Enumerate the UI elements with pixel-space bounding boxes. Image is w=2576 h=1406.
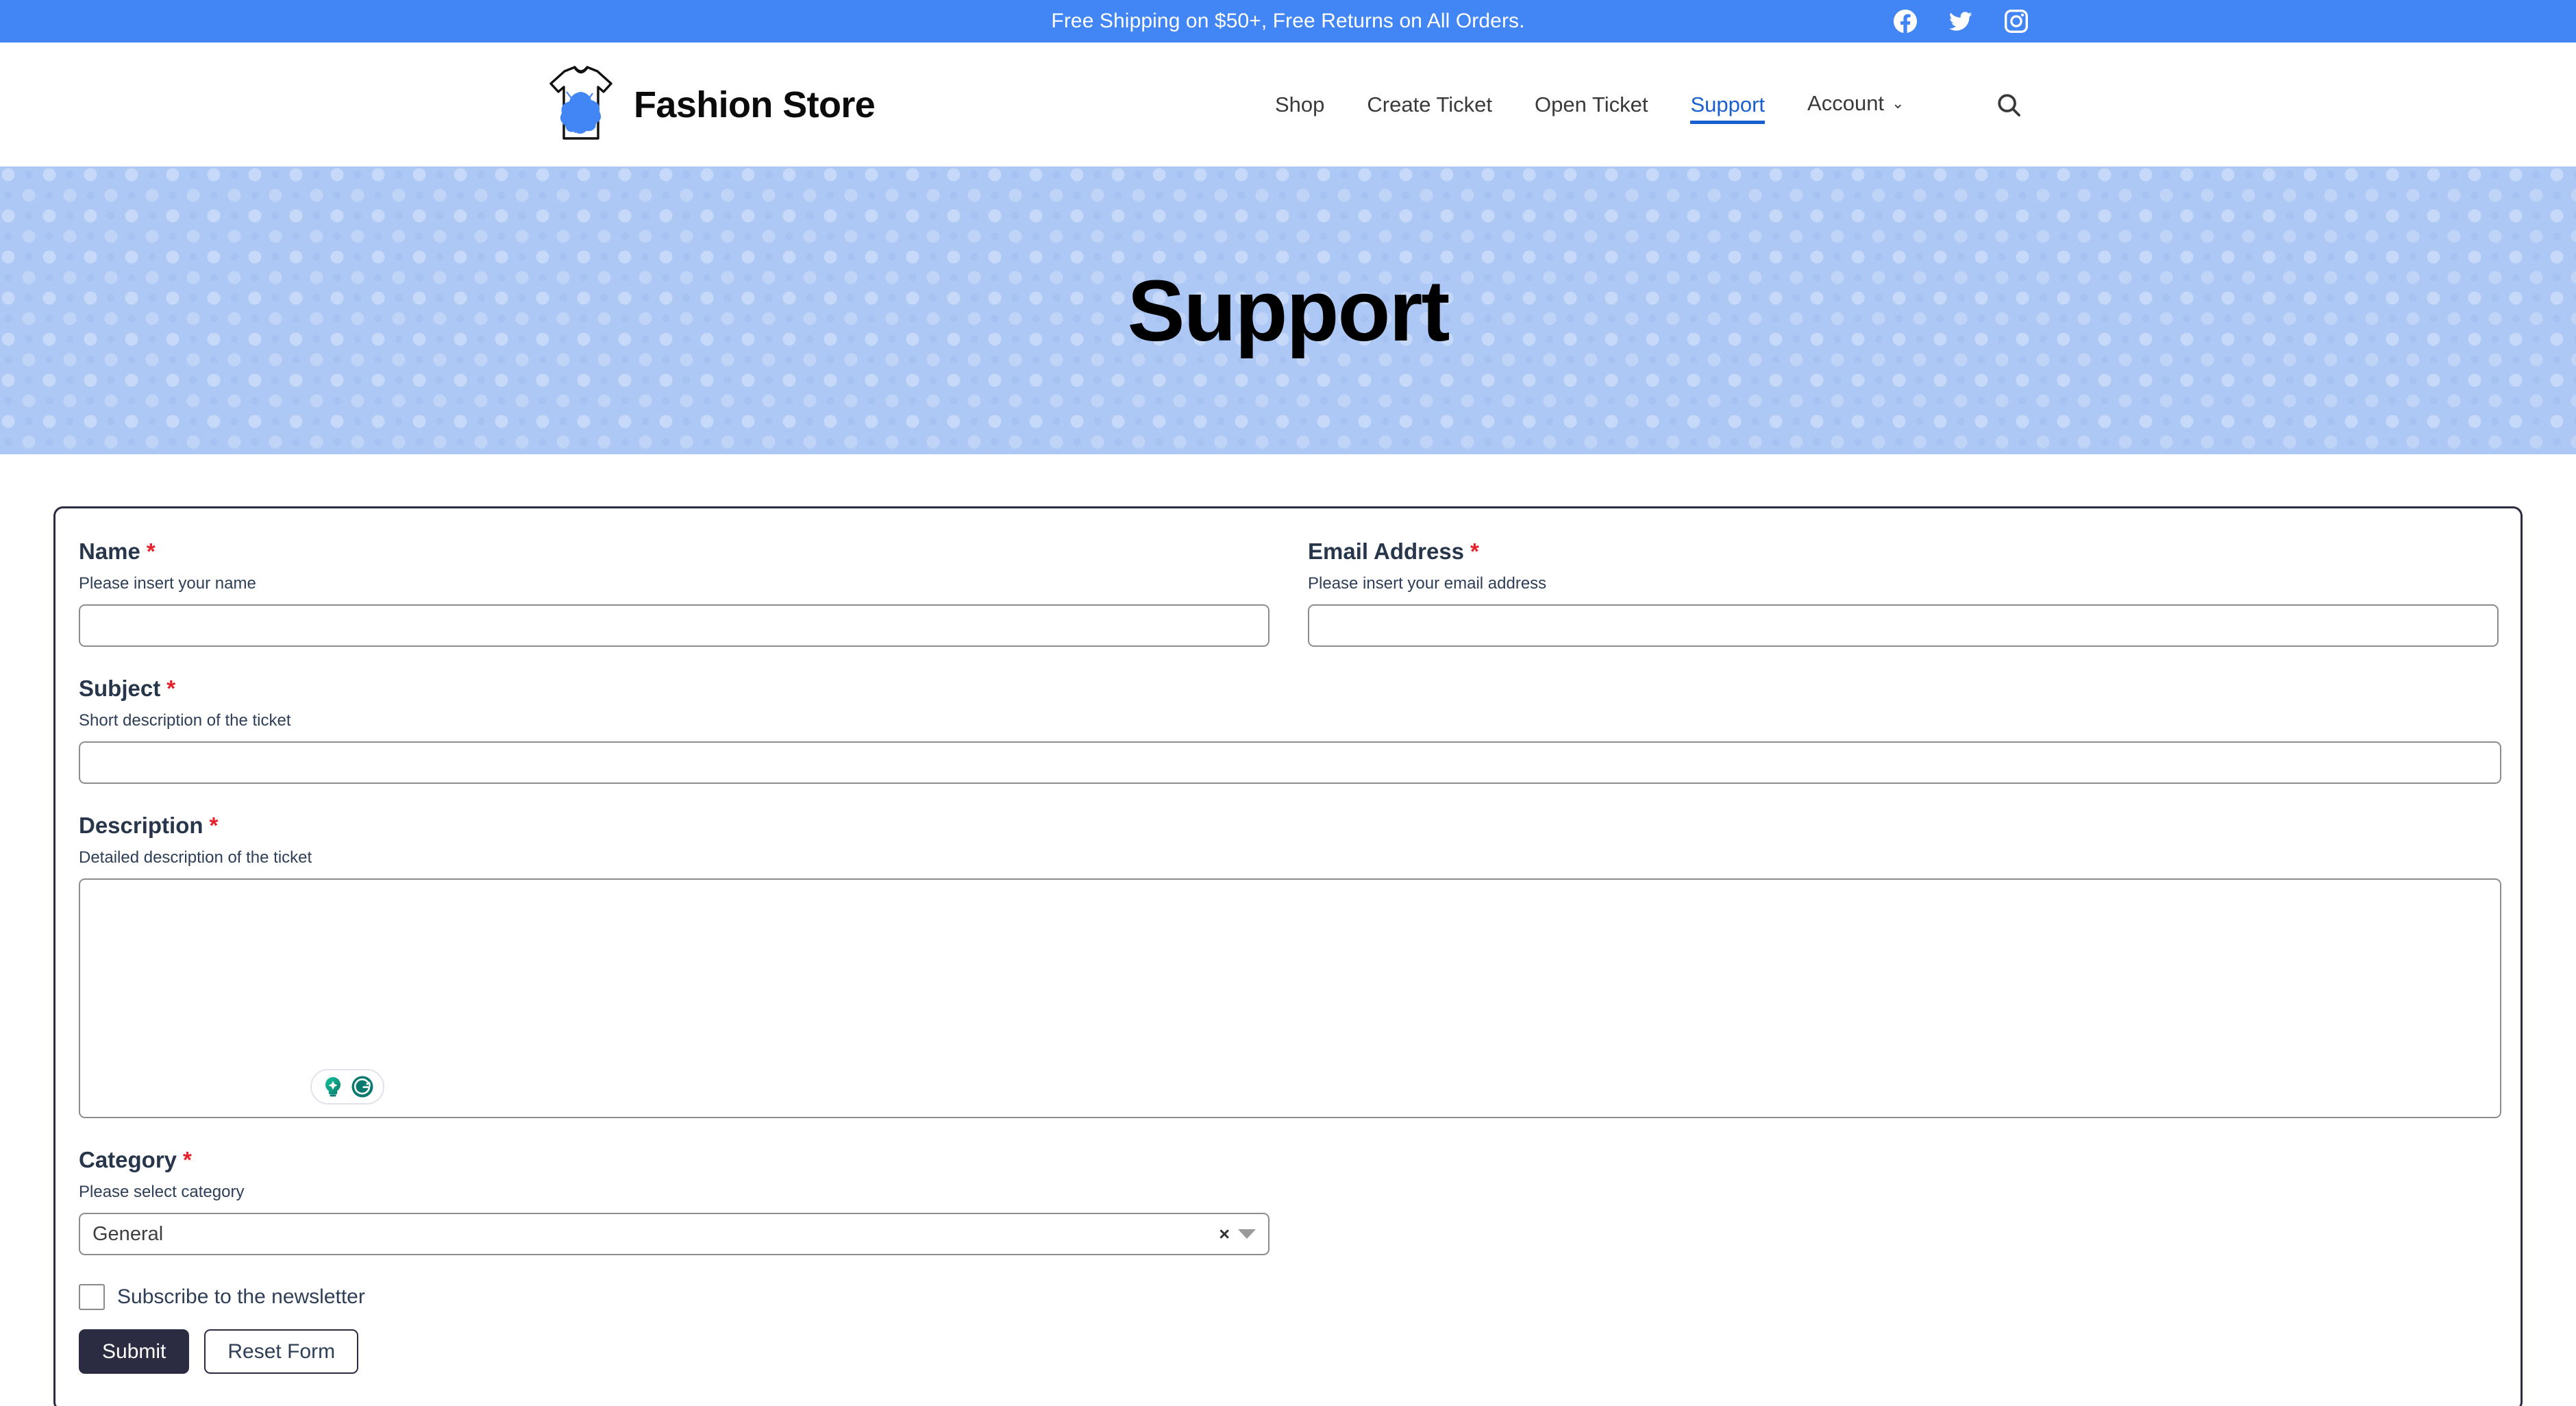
- category-selected-value: General: [92, 1222, 164, 1245]
- tshirt-splatter-logo: [543, 62, 619, 148]
- description-help-text: Detailed description of the ticket: [79, 848, 312, 867]
- brand-logo-link[interactable]: Fashion Store: [543, 62, 876, 148]
- required-marker: *: [1470, 539, 1479, 564]
- clear-selection-icon[interactable]: ×: [1211, 1224, 1238, 1244]
- field-subject: Subject * Short description of the ticket: [79, 676, 2501, 784]
- nav-item-open-ticket[interactable]: Open Ticket: [1513, 83, 1669, 127]
- subject-input[interactable]: [79, 741, 2501, 784]
- chevron-down-icon[interactable]: [1238, 1229, 1256, 1239]
- field-category: Category * Please select category General…: [79, 1147, 2497, 1255]
- required-marker: *: [183, 1147, 192, 1172]
- facebook-icon[interactable]: [1894, 10, 1917, 33]
- field-description: Description * Detailed description of the…: [79, 813, 2501, 1118]
- nav-item-account[interactable]: Account ⌄: [1786, 82, 1925, 127]
- grammarly-widget[interactable]: [310, 1069, 384, 1105]
- social-links: [1894, 0, 2028, 42]
- category-label: Category *: [79, 1147, 2497, 1173]
- announcement-bar: Free Shipping on $50+, Free Returns on A…: [0, 0, 2576, 42]
- category-help-text: Please select category: [79, 1183, 245, 1201]
- nav-item-account-label: Account: [1807, 91, 1885, 115]
- email-input[interactable]: [1308, 604, 2499, 647]
- description-textarea-wrapper: [79, 878, 2501, 1118]
- nav-item-shop[interactable]: Shop: [1254, 83, 1346, 127]
- required-marker: *: [146, 539, 156, 564]
- submit-button[interactable]: Submit: [79, 1329, 190, 1374]
- brand-name: Fashion Store: [634, 84, 876, 125]
- newsletter-checkbox[interactable]: [79, 1284, 105, 1310]
- category-select[interactable]: General ×: [79, 1213, 1270, 1255]
- page-hero: Support: [0, 166, 2576, 454]
- required-marker: *: [209, 813, 219, 838]
- instagram-icon[interactable]: [2005, 10, 2028, 33]
- search-icon[interactable]: [1990, 86, 2027, 123]
- required-marker: *: [166, 676, 176, 701]
- subject-label-text: Subject: [79, 676, 161, 701]
- newsletter-checkbox-row: Subscribe to the newsletter: [79, 1284, 2497, 1310]
- subject-label: Subject *: [79, 676, 2497, 702]
- name-help-text: Please insert your name: [79, 574, 256, 593]
- form-actions: Submit Reset Form: [79, 1329, 2497, 1374]
- field-email: Email Address * Please insert your email …: [1308, 539, 2499, 647]
- support-ticket-form: Name * Please insert your name Email Addr…: [53, 506, 2523, 1406]
- lightbulb-icon[interactable]: [320, 1074, 346, 1100]
- announcement-text: Free Shipping on $50+, Free Returns on A…: [1051, 10, 1525, 32]
- category-label-text: Category: [79, 1147, 177, 1172]
- reset-form-button[interactable]: Reset Form: [204, 1329, 359, 1374]
- name-input[interactable]: [79, 604, 1270, 647]
- main-navigation: Shop Create Ticket Open Ticket Support A…: [1254, 82, 1925, 127]
- description-label-text: Description: [79, 813, 203, 838]
- email-label-text: Email Address: [1308, 539, 1465, 564]
- subject-help-text: Short description of the ticket: [79, 711, 291, 730]
- name-label-text: Name: [79, 539, 140, 564]
- twitter-icon[interactable]: [1949, 10, 1972, 33]
- chevron-down-icon: ⌄: [1892, 95, 1905, 112]
- email-label: Email Address *: [1308, 539, 2499, 565]
- name-label: Name *: [79, 539, 1270, 565]
- grammarly-g-icon[interactable]: [349, 1074, 375, 1100]
- page-title: Support: [1127, 262, 1450, 359]
- description-textarea[interactable]: [79, 878, 2501, 1118]
- name-email-row: Name * Please insert your name Email Addr…: [79, 539, 2499, 676]
- email-help-text: Please insert your email address: [1308, 574, 1547, 593]
- nav-item-support[interactable]: Support: [1669, 83, 1786, 127]
- nav-item-create-ticket[interactable]: Create Ticket: [1346, 83, 1513, 127]
- description-label: Description *: [79, 813, 2497, 839]
- field-name: Name * Please insert your name: [79, 539, 1270, 647]
- newsletter-checkbox-label[interactable]: Subscribe to the newsletter: [117, 1285, 365, 1309]
- site-header: Fashion Store Shop Create Ticket Open Ti…: [0, 42, 2576, 166]
